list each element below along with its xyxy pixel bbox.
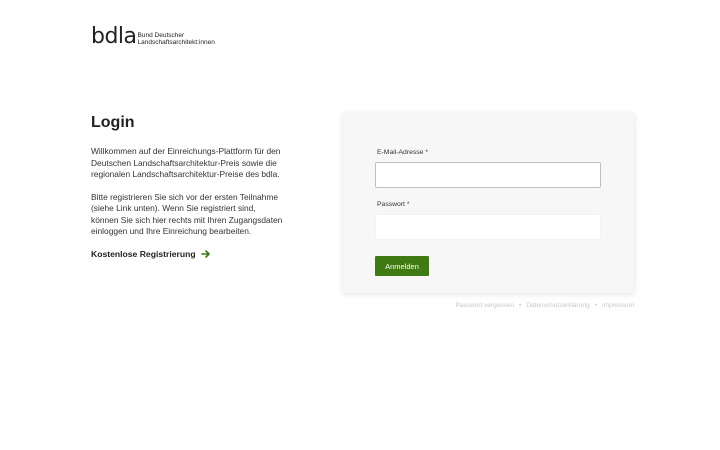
imprint-link[interactable]: Impressum bbox=[602, 302, 634, 309]
password-label: Passwort * bbox=[377, 201, 410, 208]
register-link-label: Kostenlose Registrierung bbox=[91, 248, 196, 259]
logo-subtitle: Bund Deutscher Landschaftsarchitekt:inne… bbox=[138, 32, 215, 46]
separator: • bbox=[594, 302, 597, 309]
logo-line-2: Landschaftsarchitekt:innen bbox=[137, 39, 215, 46]
login-intro: Login Willkommen auf der Einreichungs-Pl… bbox=[91, 114, 283, 259]
logo-line-1: Bund Deutscher bbox=[137, 32, 185, 39]
separator: • bbox=[519, 302, 522, 309]
forgot-password-link[interactable]: Passwort vergessen bbox=[456, 302, 515, 309]
info-text: Bitte registrieren Sie sich vor der erst… bbox=[91, 191, 283, 237]
footer-links: Passwort vergessen • Datenschutzerklärun… bbox=[456, 302, 634, 309]
register-link[interactable]: Kostenlose Registrierung bbox=[91, 249, 283, 259]
arrow-right-icon bbox=[200, 249, 210, 258]
password-field[interactable] bbox=[375, 214, 601, 240]
bdla-logo[interactable]: bdla Bund Deutscher Landschaftsarchitekt… bbox=[91, 24, 215, 49]
email-field[interactable] bbox=[375, 162, 601, 188]
login-card: E-Mail-Adresse * Passwort * Anmelden bbox=[343, 113, 634, 293]
privacy-link[interactable]: Datenschutzerklärung bbox=[526, 302, 589, 309]
page-title: Login bbox=[91, 114, 135, 131]
logo-mark: bdla bbox=[91, 24, 137, 49]
intro-text: Willkommen auf der Einreichungs-Plattfor… bbox=[91, 146, 281, 179]
email-label: E-Mail-Adresse * bbox=[377, 149, 428, 156]
login-button[interactable]: Anmelden bbox=[375, 256, 429, 276]
